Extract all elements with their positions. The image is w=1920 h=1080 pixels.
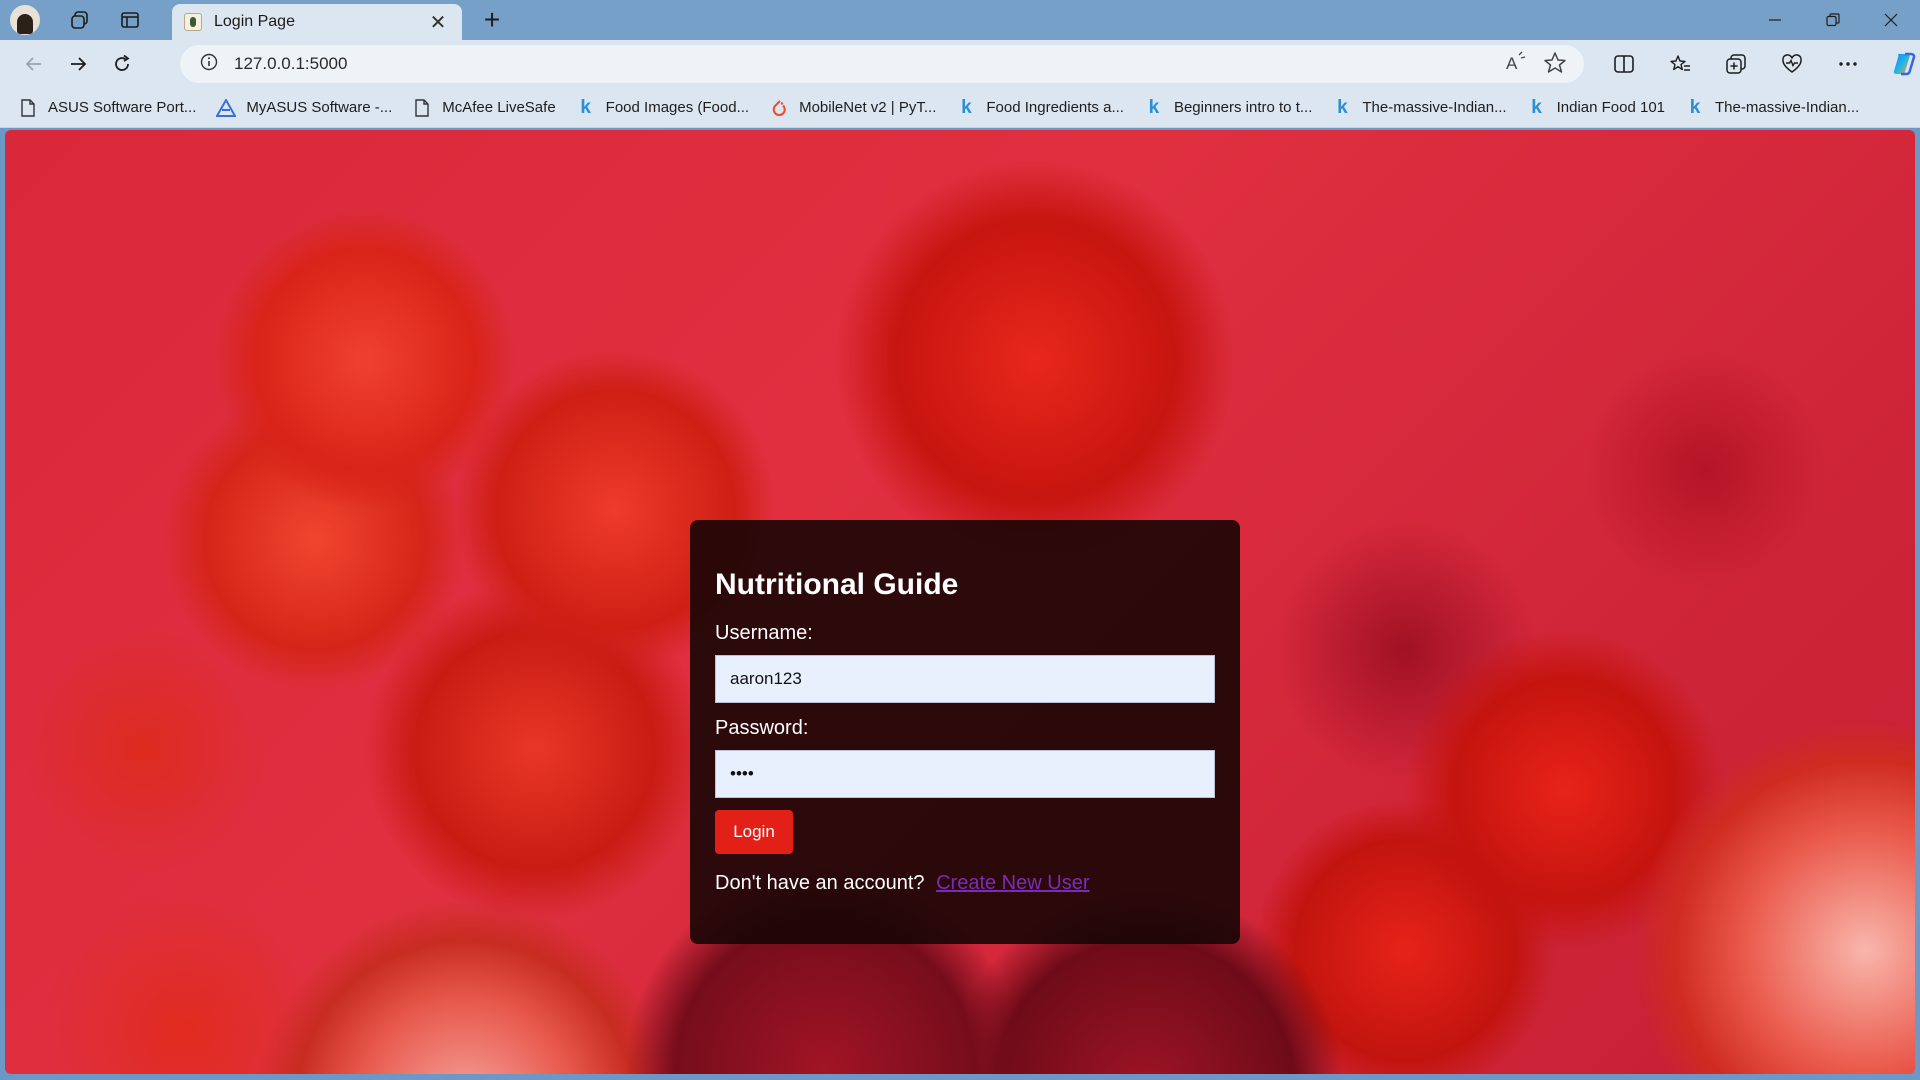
collections-icon[interactable] [1708,44,1764,84]
favorites-icon[interactable] [1652,44,1708,84]
url-text: 127.0.0.1:5000 [234,54,348,73]
browser-titlebar: Login Page ✕ + [0,0,1920,40]
address-bar[interactable]: 127.0.0.1:5000 A [180,45,1584,83]
bookmark-item[interactable]: McAfee LiveSafe [412,98,556,118]
pytorch-icon [769,98,789,118]
document-icon [412,98,432,118]
login-card: Nutritional Guide Username: Password: Lo… [690,520,1240,944]
document-icon [18,98,38,118]
copilot-icon[interactable] [1876,44,1920,84]
favorite-star-icon[interactable] [1542,49,1568,82]
workspaces-icon[interactable] [62,2,98,38]
kaggle-icon: k [1689,96,1701,118]
bookmark-item[interactable]: k Beginners intro to t... [1144,96,1313,118]
signup-line: Don't have an account? Create New User [715,872,1215,895]
minimize-icon[interactable] [1746,0,1804,40]
browser-toolbar: 127.0.0.1:5000 A [0,40,1920,88]
page-title: Nutritional Guide [715,568,959,601]
site-favicon-icon [184,13,202,31]
bookmarks-bar: ASUS Software Port... MyASUS Software -.… [0,88,1920,128]
site-info-icon[interactable] [200,53,218,76]
bookmark-item[interactable]: k The-massive-Indian... [1685,96,1860,118]
password-label: Password: [715,717,809,739]
split-screen-icon[interactable] [1596,44,1652,84]
profile-avatar[interactable] [10,5,40,35]
kaggle-icon: k [1531,96,1542,118]
username-label: Username: [715,622,813,644]
bookmark-item[interactable]: k The-massive-Indian... [1332,96,1507,118]
bookmark-item[interactable]: MobileNet v2 | PyT... [769,98,936,118]
signup-prompt: Don't have an account? [715,872,925,894]
password-input[interactable] [715,750,1215,798]
asus-logo-icon [216,98,237,118]
kaggle-icon: k [580,96,591,118]
kaggle-icon: k [961,96,972,118]
forward-icon[interactable] [56,44,100,84]
browser-essentials-icon[interactable] [1764,44,1820,84]
new-tab-button[interactable]: + [476,4,508,36]
close-window-icon[interactable] [1862,0,1920,40]
page-background-image: Nutritional Guide Username: Password: Lo… [5,130,1915,1074]
more-options-icon[interactable] [1820,44,1876,84]
refresh-icon[interactable] [100,44,144,84]
close-tab-icon[interactable]: ✕ [426,10,450,35]
bookmark-item[interactable]: ASUS Software Port... [18,98,196,118]
kaggle-icon: k [1148,96,1160,118]
username-input[interactable] [715,655,1215,703]
bookmark-item[interactable]: k Food Images (Food... [576,96,749,118]
svg-text:A: A [1506,54,1518,73]
restore-icon[interactable] [1804,0,1862,40]
read-aloud-icon[interactable]: A [1504,49,1528,82]
tab-title: Login Page [214,13,295,30]
vertical-tabs-icon[interactable] [112,2,148,38]
back-icon[interactable] [12,44,56,84]
bookmark-item[interactable]: MyASUS Software -... [216,98,392,118]
login-button[interactable]: Login [715,810,793,854]
bookmark-item[interactable]: k Indian Food 101 [1527,96,1665,118]
bookmark-item[interactable]: k Food Ingredients a... [956,96,1124,118]
kaggle-icon: k [1337,96,1348,118]
tab-login-page[interactable]: Login Page ✕ [172,4,462,40]
create-new-user-link[interactable]: Create New User [936,872,1089,894]
